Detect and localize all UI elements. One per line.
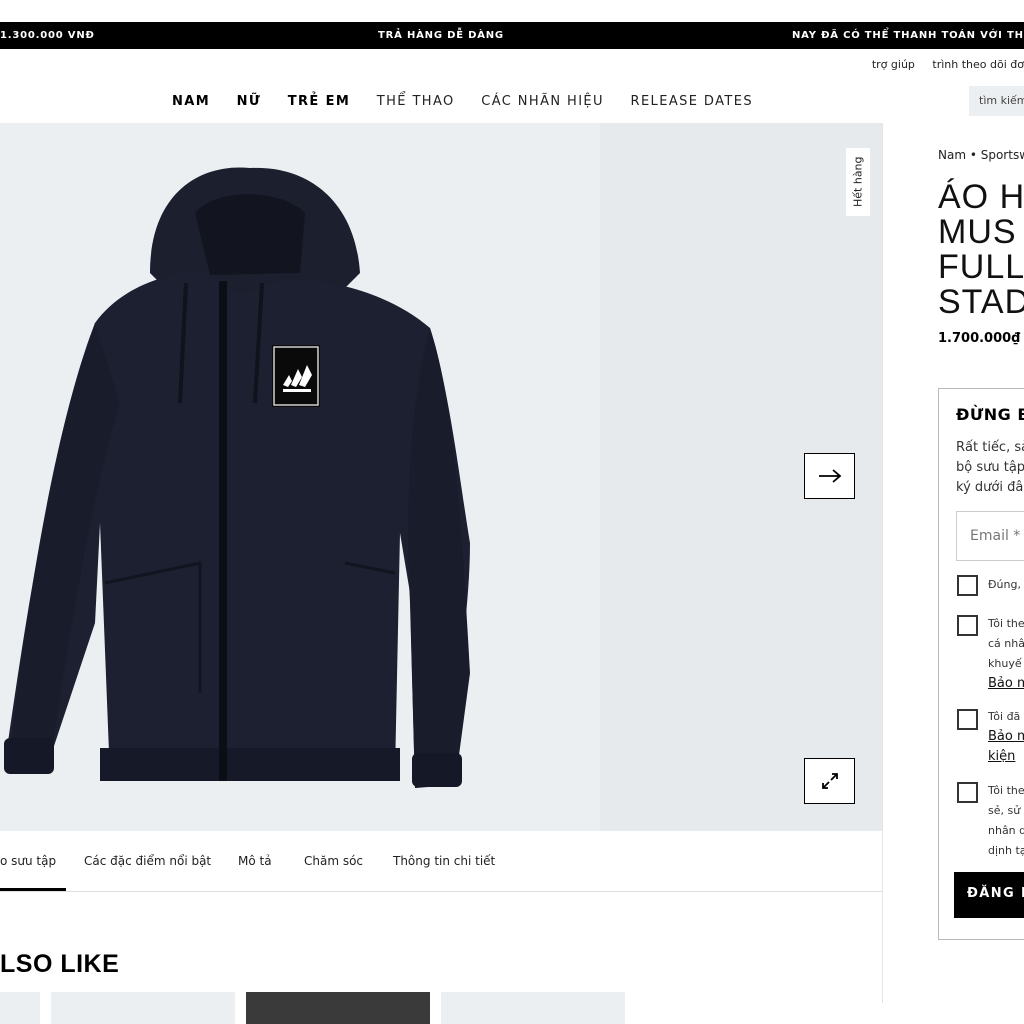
order-tracker-link[interactable]: trình theo dõi đơ <box>932 58 1024 71</box>
column-divider <box>882 123 883 1003</box>
zoom-image-button[interactable] <box>804 758 855 804</box>
product-title: ÁO H MUS FULL STAD <box>938 178 1024 321</box>
out-of-stock-badge: Hết hàng <box>846 148 870 216</box>
promo-text-left: 1.300.000 VNĐ <box>0 30 95 41</box>
checkbox-4-label: Tôi the sẻ, sử nhân d dịnh tạ <box>988 784 1024 857</box>
checkbox-2[interactable] <box>957 615 978 636</box>
nav-item-women[interactable]: NỮ <box>237 94 262 109</box>
product-gallery <box>0 123 882 831</box>
privacy-link-2-text[interactable]: Bảo m <box>988 729 1024 744</box>
privacy-link-text[interactable]: Bảo m <box>988 676 1024 691</box>
signup-heading: ĐỪNG B <box>956 405 1024 424</box>
product-image <box>4 167 470 788</box>
privacy-link[interactable]: Bảo m <box>988 674 1024 694</box>
nav-item-kids[interactable]: TRẺ EM <box>288 94 351 109</box>
nav-item-brands[interactable]: CÁC NHÃN HIỆU <box>481 94 604 109</box>
product-price: 1.700.000₫ <box>938 331 1021 346</box>
promo-text-middle[interactable]: TRẢ HÀNG DỄ DÀNG <box>378 30 504 41</box>
tab-care[interactable]: Chăm sóc <box>304 854 363 868</box>
promo-text-right[interactable]: NAY ĐÃ CÓ THỂ THANH TOÁN VỚI TH <box>792 30 1024 41</box>
breadcrumb[interactable]: Nam • Sportsw <box>938 148 1024 162</box>
nav-item-sports[interactable]: THỂ THAO <box>377 94 455 109</box>
signup-button[interactable]: ĐĂNG K <box>954 872 1024 918</box>
recommendation-card[interactable] <box>0 992 40 1024</box>
privacy-link-2[interactable]: Bảo m <box>988 727 1024 747</box>
arrow-right-icon <box>818 469 841 483</box>
tab-highlights[interactable]: Các đặc điểm nổi bật <box>84 854 211 868</box>
nav-item-release-dates[interactable]: RELEASE DATES <box>631 94 753 109</box>
signup-description: Rất tiếc, sả bộ sưu tập ký dưới đâ <box>956 440 1024 495</box>
promo-bar: 1.300.000 VNĐ TRẢ HÀNG DỄ DÀNG NAY ĐÃ CÓ… <box>0 22 1024 49</box>
checkbox-1[interactable] <box>957 575 978 596</box>
tab-collection[interactable]: o sưu tập <box>0 854 56 868</box>
checkbox-4[interactable] <box>957 782 978 803</box>
checkbox-3[interactable] <box>957 709 978 730</box>
nav-item-men[interactable]: NAM <box>172 94 210 109</box>
terms-link-text[interactable]: kiện <box>988 749 1015 764</box>
recommendation-card[interactable] <box>51 992 235 1024</box>
tab-description[interactable]: Mô tả <box>238 854 272 868</box>
checkbox-3-label: Tôi đã <box>988 710 1021 723</box>
main-nav: NAM NỮ TRẺ EM THỂ THAO CÁC NHÃN HIỆU REL… <box>172 94 774 109</box>
utility-links: trợ giúp trình theo dõi đơ <box>858 58 1024 71</box>
tab-active-indicator <box>0 888 66 891</box>
tab-details[interactable]: Thông tin chi tiết <box>393 854 495 868</box>
next-image-button[interactable] <box>804 453 855 499</box>
checkbox-1-label: Đúng, <box>988 578 1021 591</box>
product-tabs: o sưu tập Các đặc điểm nổi bật Mô tả Chă… <box>0 832 882 892</box>
expand-icon <box>821 773 838 789</box>
terms-link[interactable]: kiện <box>988 747 1015 767</box>
email-field[interactable]: Email * <box>956 511 1024 561</box>
recommendation-card[interactable] <box>246 992 430 1024</box>
also-like-heading: LSO LIKE <box>0 950 120 978</box>
help-link[interactable]: trợ giúp <box>872 58 915 71</box>
search-input[interactable]: tìm kiếm <box>969 86 1024 116</box>
recommendation-card[interactable] <box>441 992 625 1024</box>
checkbox-2-label: Tôi the cá nhâ khuyế <box>988 617 1024 670</box>
